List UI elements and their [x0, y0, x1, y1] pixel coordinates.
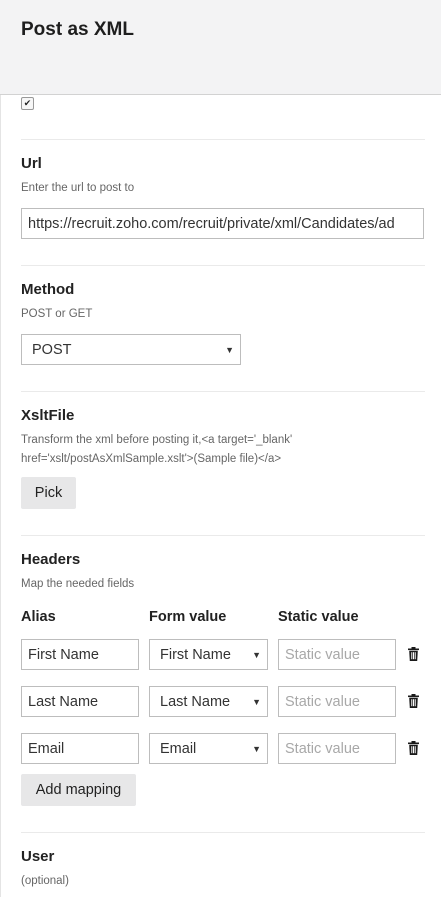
chevron-down-icon: ▼	[252, 743, 261, 754]
user-help: (optional)	[21, 875, 69, 887]
column-header-form-value: Form value	[149, 609, 227, 625]
divider	[21, 391, 425, 392]
alias-input[interactable]: Last Name	[21, 686, 139, 717]
static-value-input[interactable]: Static value	[278, 639, 396, 670]
form-value-select[interactable]: Last Name ▼	[149, 686, 268, 717]
method-label: Method	[21, 281, 75, 298]
form-value-select-value: Email	[160, 740, 197, 757]
method-help: POST or GET	[21, 308, 93, 320]
page-title: Post as XML	[21, 19, 134, 40]
divider	[21, 535, 425, 536]
static-value-input[interactable]: Static value	[278, 733, 396, 764]
chevron-down-icon: ▼	[225, 344, 234, 355]
trash-icon[interactable]	[408, 694, 419, 708]
url-help: Enter the url to post to	[21, 182, 135, 194]
pick-button[interactable]: Pick	[21, 477, 76, 509]
form-value-select-value: Last Name	[160, 693, 231, 710]
url-input[interactable]: https://recruit.zoho.com/recruit/private…	[21, 208, 424, 239]
static-value-input[interactable]: Static value	[278, 686, 396, 717]
form-value-select[interactable]: Email ▼	[149, 733, 268, 764]
column-header-alias: Alias	[21, 609, 56, 625]
panel-header: Post as XML	[0, 0, 441, 95]
xslt-help-line1: Transform the xml before posting it,<a t…	[21, 434, 293, 446]
form-value-select-value: First Name	[160, 646, 231, 663]
method-select-value: POST	[32, 341, 72, 358]
column-header-static-value: Static value	[278, 609, 359, 625]
divider	[21, 139, 425, 140]
headers-label: Headers	[21, 551, 81, 568]
divider	[21, 265, 425, 266]
chevron-down-icon: ▼	[252, 696, 261, 707]
chevron-down-icon: ▼	[252, 649, 261, 660]
trash-icon[interactable]	[408, 741, 419, 755]
url-label: Url	[21, 155, 42, 172]
alias-input[interactable]: Email	[21, 733, 139, 764]
xslt-label: XsltFile	[21, 407, 75, 424]
xslt-help-line2: href='xslt/postAsXmlSample.xslt'>(Sample…	[21, 453, 282, 465]
alias-input[interactable]: First Name	[21, 639, 139, 670]
add-mapping-button[interactable]: Add mapping	[21, 774, 136, 806]
headers-help: Map the needed fields	[21, 578, 135, 590]
divider	[21, 832, 425, 833]
trash-icon[interactable]	[408, 647, 419, 661]
method-select[interactable]: POST ▼	[21, 334, 241, 365]
enabled-checkbox[interactable]: ✔	[21, 97, 34, 110]
left-border	[0, 95, 1, 897]
form-value-select[interactable]: First Name ▼	[149, 639, 268, 670]
user-label: User	[21, 848, 55, 865]
